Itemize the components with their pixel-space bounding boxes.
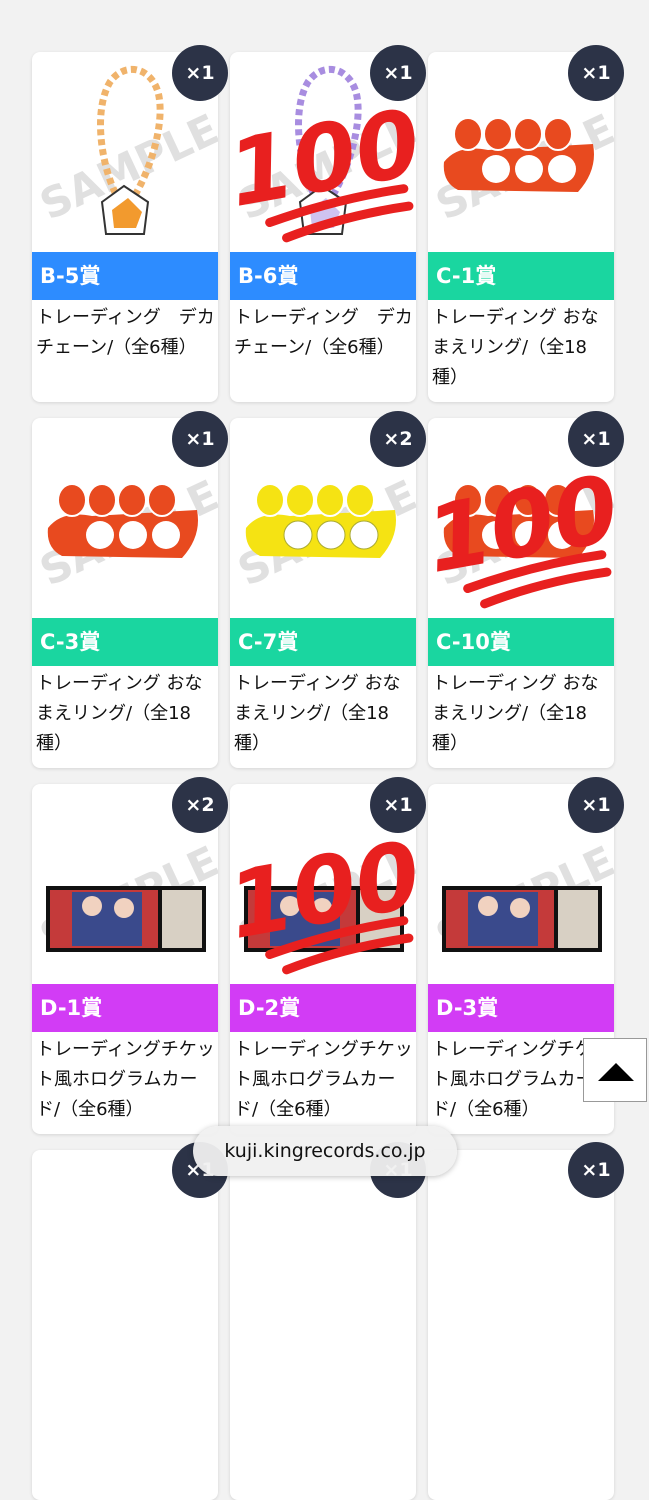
quantity-badge: ×1 (568, 1142, 624, 1198)
prize-description: トレーディング おなまえリング/（全18種） (432, 307, 599, 388)
prize-rank-label: C-3賞 (32, 618, 218, 666)
quantity-badge: ×1 (568, 45, 624, 101)
prize-description: トレーディングチケット風ホログラムカード/（全6種） (36, 1039, 215, 1120)
prize-description: トレーディング おなまえリング/（全18種） (36, 673, 203, 754)
prize-card[interactable]: SAMPLE B-5賞 トレーディング デカチェーン/（全6種） (32, 52, 218, 402)
quantity-badge: ×1 (172, 411, 228, 467)
triangle-up-icon (598, 1063, 634, 1081)
prize-card[interactable] (230, 1150, 416, 1500)
scroll-to-top-button[interactable] (583, 1038, 647, 1102)
quantity-badge: ×1 (370, 45, 426, 101)
prize-card[interactable]: SAMPLE 100 B-6賞 トレーディング デカチェーン/（全6種） (230, 52, 416, 402)
browser-url-bar[interactable]: kuji.kingrecords.co.jp (193, 1126, 457, 1176)
quantity-badge: ×1 (370, 777, 426, 833)
prize-card[interactable]: SAMPLEC-3賞トレーディング おなまえリング/（全18種） (32, 418, 218, 768)
prize-description: トレーディング デカチェーン/（全6種） (36, 307, 215, 358)
prize-card[interactable] (32, 1150, 218, 1500)
prize-card[interactable]: SAMPLE100C-10賞トレーディング おなまえリング/（全18種） (428, 418, 614, 768)
prize-rank-label: C-10賞 (428, 618, 614, 666)
prize-card[interactable]: SAMPLEC-1賞トレーディング おなまえリング/（全18種） (428, 52, 614, 402)
prize-rank-label: D-1賞 (32, 984, 218, 1032)
prize-rank-label: C-7賞 (230, 618, 416, 666)
quantity-badge: ×2 (370, 411, 426, 467)
prize-card[interactable]: SAMPLE100D-2賞トレーディングチケット風ホログラムカード/（全6種） (230, 784, 416, 1134)
prize-rank-label: D-3賞 (428, 984, 614, 1032)
prize-card[interactable]: SAMPLEC-7賞トレーディング おなまえリング/（全18種） (230, 418, 416, 768)
quantity-badge: ×1 (568, 777, 624, 833)
prize-rank-label: D-2賞 (230, 984, 416, 1032)
prize-rank-label: B-6賞 (230, 252, 416, 300)
prize-rank-label: B-5賞 (32, 252, 218, 300)
quantity-badge: ×1 (568, 411, 624, 467)
prize-card[interactable]: SAMPLED-1賞トレーディングチケット風ホログラムカード/（全6種） (32, 784, 218, 1134)
quantity-badge: ×2 (172, 777, 228, 833)
prize-description: トレーディング デカチェーン/（全6種） (234, 307, 413, 358)
prize-description: トレーディング おなまえリング/（全18種） (432, 673, 599, 754)
prize-description: トレーディング おなまえリング/（全18種） (234, 673, 401, 754)
prize-card[interactable] (428, 1150, 614, 1500)
quantity-badge: ×1 (172, 45, 228, 101)
prize-grid: SAMPLE B-5賞 トレーディング デカチェーン/（全6種） ×1 SAMPLE 10… (0, 0, 649, 1500)
prize-rank-label: C-1賞 (428, 252, 614, 300)
prize-description: トレーディングチケット風ホログラムカード/（全6種） (234, 1039, 413, 1120)
